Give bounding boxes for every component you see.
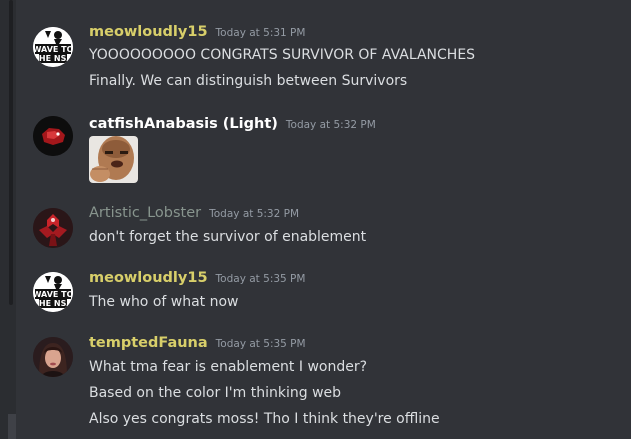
username[interactable]: meowloudly15 (89, 24, 208, 40)
message-text: Also yes congrats moss! Tho I think they… (89, 411, 440, 427)
message-text: YOOOOOOOOO CONGRATS SURVIVOR OF AVALANCH… (89, 47, 476, 63)
avatar[interactable] (33, 116, 73, 156)
message-text: What tma fear is enablement I wonder? (89, 359, 368, 375)
username[interactable]: temptedFauna (89, 335, 208, 351)
timestamp[interactable]: Today at 5:32 PM (286, 119, 376, 131)
message-header: catfishAnabasis (Light) Today at 5:32 PM (89, 116, 376, 136)
left-rail (0, 0, 16, 439)
timestamp[interactable]: Today at 5:35 PM (216, 273, 306, 285)
message-text: don't forget the survivor of enablement (89, 229, 367, 245)
scrollbar-thumb[interactable] (9, 0, 13, 305)
avatar[interactable]: WAVE TO THE NSA (33, 272, 73, 312)
timestamp[interactable]: Today at 5:32 PM (209, 208, 299, 220)
scrollbar-track-end (8, 414, 16, 439)
red-figure-icon (33, 208, 73, 248)
timestamp[interactable]: Today at 5:35 PM (216, 338, 306, 350)
message-list: WAVE TO THE NSA meowloudly15 Today at 5:… (16, 0, 631, 439)
avatar-text-line-1: WAVE TO (33, 290, 73, 299)
avatar[interactable] (33, 337, 73, 377)
username[interactable]: catfishAnabasis (Light) (89, 116, 278, 132)
message-text: Based on the color I'm thinking web (89, 385, 342, 401)
portrait-icon (33, 337, 73, 377)
avatar-text-line-2: THE NSA (33, 299, 73, 308)
username[interactable]: Artistic_Lobster (89, 205, 201, 221)
reaction-image (89, 136, 138, 183)
nsa-logo-icon: WAVE TO THE NSA (33, 272, 73, 312)
message-text: Finally. We can distinguish between Surv… (89, 73, 408, 89)
message-header: meowloudly15 Today at 5:31 PM (89, 24, 305, 44)
avatar-text-line-1: WAVE TO (33, 45, 73, 54)
message-text: The who of what now (89, 294, 239, 310)
red-creature-icon (33, 116, 73, 156)
image-attachment[interactable] (89, 136, 138, 183)
avatar[interactable]: WAVE TO THE NSA (33, 27, 73, 67)
message-header: meowloudly15 Today at 5:35 PM (89, 270, 305, 290)
avatar-text-line-2: THE NSA (33, 54, 73, 63)
nsa-logo-icon: WAVE TO THE NSA (33, 27, 73, 67)
message-header: temptedFauna Today at 5:35 PM (89, 335, 306, 355)
message-header: Artistic_Lobster Today at 5:32 PM (89, 205, 299, 225)
avatar[interactable] (33, 208, 73, 248)
username[interactable]: meowloudly15 (89, 270, 208, 286)
timestamp[interactable]: Today at 5:31 PM (216, 27, 306, 39)
